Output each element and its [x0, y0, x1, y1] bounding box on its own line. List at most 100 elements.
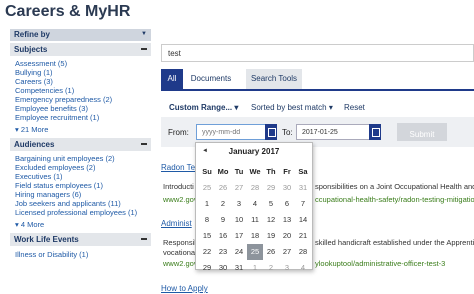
facet-item[interactable]: Illness or Disability (1)	[15, 250, 146, 259]
to-label: To:	[282, 128, 293, 137]
calendar-day[interactable]: 29	[199, 260, 215, 276]
date-picker-popup: ◄ January 2017 Su Mo Tu We Th Fr Sa 25 26 27 28 29 3…	[195, 142, 313, 272]
calendar-icon[interactable]	[265, 124, 277, 140]
calendar-day[interactable]: 31	[295, 180, 311, 196]
facet-item[interactable]: Hiring managers (6)	[15, 190, 146, 199]
calendar-day[interactable]: 4	[295, 260, 311, 276]
collapse-icon	[141, 238, 147, 240]
calendar-day[interactable]: 27	[279, 244, 295, 260]
facet-title: Work Life Events	[14, 235, 79, 244]
result-url: ylookuptool/administrative-officer-test-…	[315, 259, 446, 268]
calendar-day[interactable]: 15	[199, 228, 215, 244]
calendar-day[interactable]: 24	[231, 244, 247, 260]
facet-header-work-life-events[interactable]: Work Life Events	[10, 233, 151, 246]
search-result: How to Apply	[161, 284, 208, 293]
reset-link[interactable]: Reset	[344, 103, 365, 112]
facet-item[interactable]: Field status employees (1)	[15, 181, 146, 190]
submit-button[interactable]: Submit	[397, 123, 447, 141]
calendar-day[interactable]: 13	[279, 212, 295, 228]
calendar-week: 15 16 17 18 19 20 21	[199, 228, 311, 244]
calendar-day[interactable]: 12	[263, 212, 279, 228]
calendar-day[interactable]: 6	[279, 196, 295, 212]
calendar-day[interactable]: 14	[295, 212, 311, 228]
facet-title: Audiences	[14, 140, 55, 149]
result-title-link[interactable]: Administ	[161, 219, 192, 228]
result-title-link[interactable]: How to Apply	[161, 284, 208, 293]
calendar-day[interactable]: 2	[263, 260, 279, 276]
from-date-input[interactable]	[196, 124, 266, 140]
result-snippet: Responsib	[163, 238, 199, 247]
calendar-day[interactable]: 1	[199, 196, 215, 212]
weekday-row: Su Mo Tu We Th Fr Sa	[199, 164, 311, 180]
calendar-day[interactable]: 30	[215, 260, 231, 276]
collapse-icon	[141, 143, 147, 145]
facet-item[interactable]: Licensed professional employees (1)	[15, 208, 146, 217]
facet-item[interactable]: Competencies (1)	[15, 86, 146, 95]
facet-header-subjects[interactable]: Subjects	[10, 43, 151, 56]
calendar-day[interactable]: 25	[247, 244, 263, 260]
calendar-day[interactable]: 29	[263, 180, 279, 196]
calendar-day[interactable]: 26	[263, 244, 279, 260]
calendar-day[interactable]: 2	[215, 196, 231, 212]
refine-by-header[interactable]: Refine by ▼	[10, 29, 151, 41]
calendar-day[interactable]: 1	[247, 260, 263, 276]
calendar-day[interactable]: 11	[247, 212, 263, 228]
calendar-icon[interactable]	[369, 124, 381, 140]
weekday-label: Fr	[283, 167, 291, 176]
calendar-day[interactable]: 21	[295, 228, 311, 244]
facet-item[interactable]: Assessment (5)	[15, 59, 146, 68]
facet-item[interactable]: Excluded employees (2)	[15, 163, 146, 172]
calendar-day[interactable]: 7	[295, 196, 311, 212]
weekday-label: Mo	[217, 167, 229, 176]
calendar-day[interactable]: 9	[215, 212, 231, 228]
tab-documents[interactable]: Documents	[187, 69, 235, 89]
calendar-day[interactable]: 17	[231, 228, 247, 244]
sort-dropdown[interactable]: Sorted by best match ▾	[251, 103, 333, 112]
result-snippet: skilled handicraft established under the…	[315, 238, 474, 247]
facet-item[interactable]: Employee recruitment (1)	[15, 113, 146, 122]
facet-item[interactable]: Job seekers and applicants (11)	[15, 199, 146, 208]
calendar-day[interactable]: 4	[247, 196, 263, 212]
calendar-day[interactable]: 3	[279, 260, 295, 276]
calendar-day[interactable]: 27	[231, 180, 247, 196]
calendar-grid: Su Mo Tu We Th Fr Sa 25 26 27 28 29 30 31 1 2 3 4 5 6 7 8 9 10 1…	[199, 164, 311, 276]
search-result: Radon Te Introducti sponsibilities on a …	[161, 163, 474, 204]
facet-item[interactable]: Executives (1)	[15, 172, 146, 181]
to-date-input[interactable]	[296, 124, 370, 140]
calendar-day[interactable]: 28	[295, 244, 311, 260]
facet-item[interactable]: Bargaining unit employees (2)	[15, 154, 146, 163]
search-input[interactable]	[161, 44, 474, 62]
calendar-day[interactable]: 23	[215, 244, 231, 260]
calendar-day[interactable]: 5	[263, 196, 279, 212]
weekday-label: We	[249, 167, 261, 176]
calendar-day[interactable]: 30	[279, 180, 295, 196]
refine-sidebar: Refine by ▼ Subjects Assessment (5) Bull…	[10, 29, 151, 259]
tab-search-tools[interactable]: Search Tools	[246, 69, 302, 89]
facet-item[interactable]: Emergency preparedness (2)	[15, 95, 146, 104]
facet-item[interactable]: Bullying (1)	[15, 68, 146, 77]
result-title-link[interactable]: Radon Te	[161, 163, 195, 172]
audiences-more-link[interactable]: ▾ 4 More	[10, 217, 151, 231]
calendar-day[interactable]: 8	[199, 212, 215, 228]
facet-item[interactable]: Careers (3)	[15, 77, 146, 86]
facet-header-audiences[interactable]: Audiences	[10, 138, 151, 151]
result-snippet: sponsibilities on a Joint Occupational H…	[315, 182, 474, 191]
tab-all[interactable]: All	[161, 69, 183, 89]
calendar-day[interactable]: 18	[247, 228, 263, 244]
result-snippet: Introducti	[163, 182, 194, 191]
calendar-day[interactable]: 16	[215, 228, 231, 244]
calendar-day[interactable]: 19	[263, 228, 279, 244]
calendar-day[interactable]: 31	[231, 260, 247, 276]
calendar-day[interactable]: 22	[199, 244, 215, 260]
calendar-day[interactable]: 20	[279, 228, 295, 244]
calendar-day[interactable]: 10	[231, 212, 247, 228]
calendar-day[interactable]: 3	[231, 196, 247, 212]
calendar-day[interactable]: 25	[199, 180, 215, 196]
facet-item[interactable]: Employee benefits (3)	[15, 104, 146, 113]
from-label: From:	[168, 128, 189, 137]
subjects-more-link[interactable]: ▾ 21 More	[10, 122, 151, 136]
search-result: Administ Responsib skilled handicraft es…	[161, 219, 474, 268]
calendar-day[interactable]: 28	[247, 180, 263, 196]
custom-range-dropdown[interactable]: Custom Range... ▾	[169, 103, 238, 112]
calendar-day[interactable]: 26	[215, 180, 231, 196]
